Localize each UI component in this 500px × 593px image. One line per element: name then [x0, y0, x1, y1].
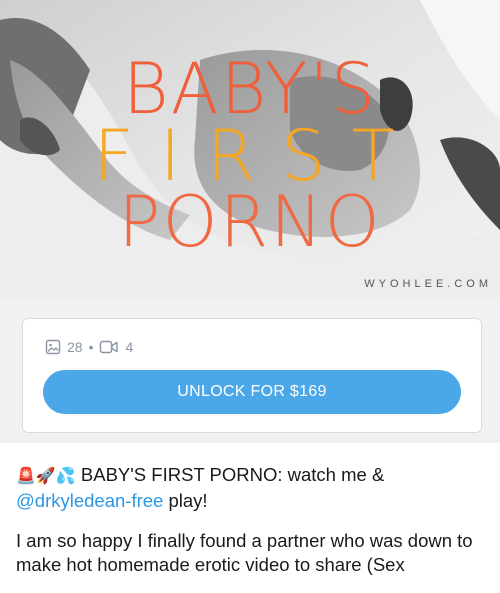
cover-title-line-1: BABY'S — [122, 48, 378, 130]
cover-watermark: WYOHLEE.COM — [364, 278, 492, 290]
image-count: 28 — [67, 339, 83, 355]
mention-link[interactable]: @drkyledean-free — [16, 490, 163, 511]
video-count: 4 — [125, 339, 134, 355]
post-title-paragraph: 🚨🚀💦 BABY'S FIRST PORNO: watch me & @drkyl… — [16, 463, 486, 513]
post-cover-image[interactable]: BABY'S FIRST PORNO WYOHLEE.COM — [0, 0, 500, 298]
cover-title-line-3: PORNO — [118, 181, 382, 263]
unlock-button[interactable]: UNLOCK FOR $169 — [43, 370, 461, 414]
post-title-suffix: play! — [163, 490, 208, 511]
video-icon — [100, 340, 119, 354]
post-emojis: 🚨🚀💦 — [16, 468, 76, 485]
image-icon — [45, 339, 61, 355]
cover-title-line-2: FIRST — [93, 114, 421, 197]
cover-title: BABY'S FIRST PORNO — [0, 48, 500, 263]
locked-media-card: 28 • 4 UNLOCK FOR $169 — [22, 318, 482, 433]
media-counts: 28 • 4 — [45, 339, 133, 355]
count-separator: • — [88, 339, 94, 355]
post-text: 🚨🚀💦 BABY'S FIRST PORNO: watch me & @drkyl… — [16, 463, 486, 593]
post-title-text: BABY'S FIRST PORNO: watch me & — [75, 464, 385, 485]
post-body-paragraph: I am so happy I finally found a partner … — [16, 530, 473, 575]
